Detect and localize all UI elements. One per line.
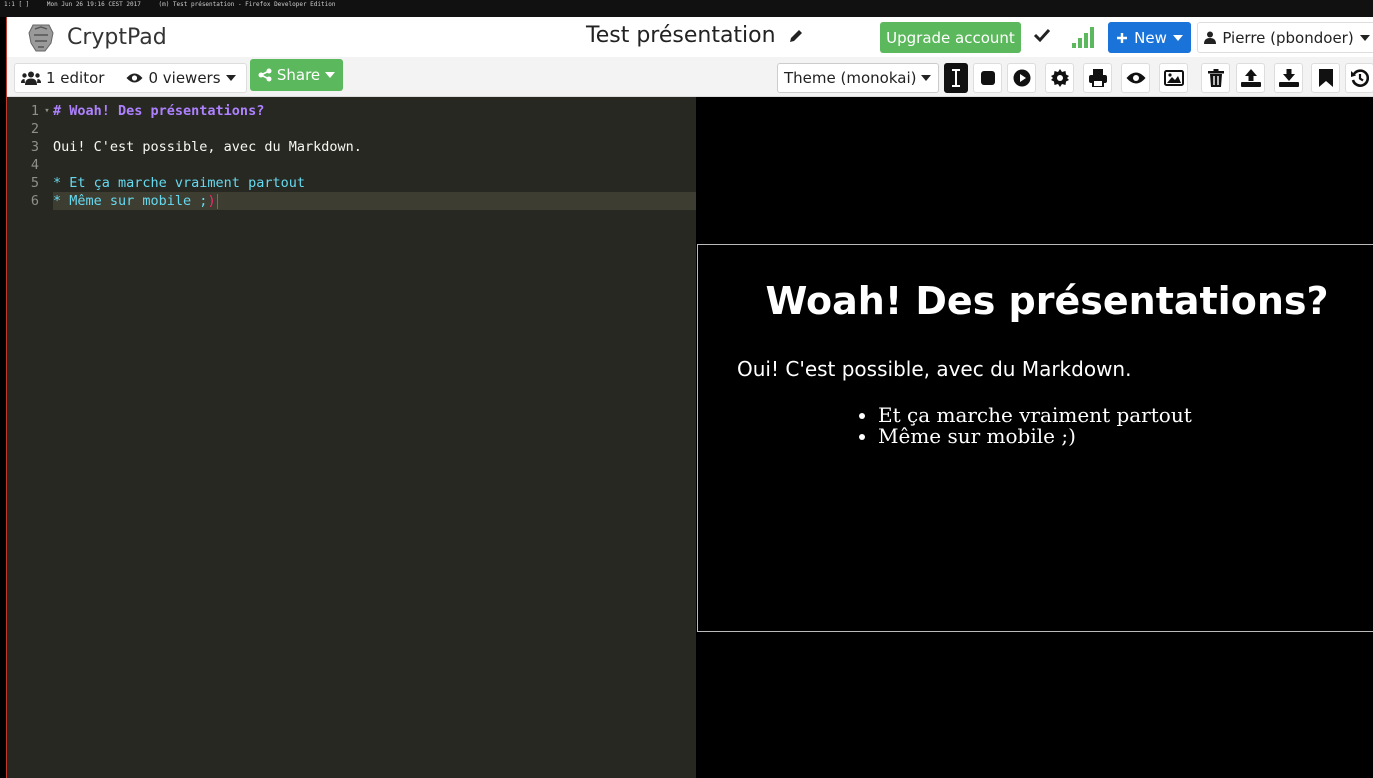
line-text-main: * Même sur mobile ;: [53, 193, 208, 209]
system-clock: Mon Jun 26 19:16 CEST 2017: [46, 1, 141, 8]
user-menu-button[interactable]: Pierre (pbondoer): [1197, 22, 1373, 53]
present-button[interactable]: [1007, 63, 1036, 93]
settings-button[interactable]: [1045, 63, 1074, 93]
slide-title: Woah! Des présentations?: [765, 279, 1329, 323]
stop-button[interactable]: [973, 63, 1002, 93]
new-pad-label: New: [1134, 28, 1167, 47]
window-title: (m) Test présentation - Firefox Develope…: [158, 1, 336, 8]
network-signal-icon: [1071, 25, 1097, 53]
line-text: Oui! C'est possible, avec du Markdown.: [53, 139, 362, 155]
gear-icon: [1050, 69, 1069, 87]
line-text: * Même sur mobile ;): [53, 192, 218, 210]
text-cursor: [216, 193, 218, 209]
image-icon: [1163, 70, 1184, 86]
bookmark-icon: [1318, 69, 1333, 87]
history-icon: [1350, 69, 1369, 87]
slide-bullet-list: Et ça marche vraiment partout Même sur m…: [858, 405, 1192, 447]
os-status-bar: 1:1 [ ] Mon Jun 26 19:16 CEST 2017 (m) T…: [0, 0, 1373, 17]
editor-line[interactable]: 2: [7, 120, 696, 138]
pencil-icon[interactable]: [788, 28, 804, 44]
user-name: Pierre (pbondoer): [1222, 28, 1354, 47]
document-title-text: Test présentation: [586, 23, 776, 48]
editors-count[interactable]: 1 editor: [21, 69, 104, 87]
users-icon: [21, 71, 41, 85]
check-icon: [1033, 27, 1051, 47]
markdown-editor[interactable]: 1 ▾ # Woah! Des présentations? 2 3 Oui! …: [7, 97, 696, 778]
app-logo[interactable]: CryptPad: [23, 20, 167, 54]
editors-label: 1 editor: [46, 69, 105, 87]
new-pad-button[interactable]: New: [1108, 22, 1191, 53]
line-number: 4: [30, 157, 39, 173]
bookmark-button[interactable]: [1311, 63, 1340, 93]
caret-down-icon: [921, 75, 932, 81]
text-cursor-icon: [952, 69, 960, 87]
slide-preview: Woah! Des présentations? Oui! C'est poss…: [696, 97, 1373, 778]
line-number: 5: [30, 175, 39, 191]
eye-icon: [126, 73, 143, 83]
line-number: 2: [30, 121, 39, 137]
upgrade-account-button[interactable]: Upgrade account: [880, 22, 1021, 53]
list-item: Même sur mobile ;): [878, 426, 1192, 447]
editor-line[interactable]: 3 Oui! C'est possible, avec du Markdown.: [7, 138, 696, 156]
line-text: # Woah! Des présentations?: [53, 103, 265, 119]
document-title[interactable]: Test présentation: [586, 23, 804, 48]
workspace-indicator: 1:1 [ ]: [4, 1, 30, 8]
play-circle-icon: [1013, 69, 1030, 87]
share-label: Share: [276, 66, 321, 84]
caret-down-icon: [1359, 34, 1370, 41]
editor-line[interactable]: 5 * Et ça marche vraiment partout: [7, 174, 696, 192]
upload-icon: [1240, 69, 1261, 87]
viewers-label: 0 viewers: [148, 69, 221, 87]
export-button[interactable]: [1274, 63, 1303, 93]
cryptpad-app: CryptPad Test présentation Upgrade accou…: [6, 17, 1373, 778]
user-icon: [1204, 31, 1217, 44]
editor-line[interactable]: 1 ▾ # Woah! Des présentations?: [7, 102, 696, 120]
editor-line-active[interactable]: 6 * Même sur mobile ;): [7, 192, 696, 210]
theme-label: Theme (monokai): [784, 69, 917, 87]
app-name: CryptPad: [67, 24, 167, 50]
import-button[interactable]: [1236, 63, 1265, 93]
stop-icon: [980, 71, 995, 85]
delete-button[interactable]: [1201, 63, 1230, 93]
eye-icon: [1126, 72, 1145, 84]
line-number: 1: [30, 103, 39, 119]
editor-line[interactable]: 4: [7, 156, 696, 174]
print-icon: [1088, 69, 1107, 87]
line-number: 3: [30, 139, 39, 155]
caret-down-icon: [225, 75, 236, 81]
line-number: 6: [7, 192, 41, 210]
preview-toggle-button[interactable]: [1121, 63, 1150, 93]
text-cursor-button[interactable]: [944, 63, 968, 93]
plus-icon: [1117, 32, 1128, 43]
matching-paren: ): [207, 193, 216, 209]
print-button[interactable]: [1083, 63, 1112, 93]
top-bar: CryptPad Test présentation Upgrade accou…: [7, 17, 1373, 57]
share-icon: [258, 68, 272, 82]
line-text: * Et ça marche vraiment partout: [53, 175, 305, 191]
collaborators-panel[interactable]: 1 editor 0 viewers: [14, 63, 247, 93]
fold-arrow-icon[interactable]: ▾: [41, 102, 53, 120]
viewers-dropdown[interactable]: 0 viewers: [126, 69, 236, 87]
trash-icon: [1207, 69, 1224, 87]
slide: Woah! Des présentations? Oui! C'est poss…: [697, 244, 1373, 632]
caret-down-icon: [325, 72, 336, 78]
pad-toolbar: 1 editor 0 viewers Share Theme (monokai): [7, 57, 1373, 97]
download-icon: [1278, 69, 1299, 87]
cryptpad-logo-icon: [28, 24, 54, 52]
share-button[interactable]: Share: [250, 59, 343, 91]
list-item: Et ça marche vraiment partout: [878, 405, 1192, 426]
slide-paragraph: Oui! C'est possible, avec du Markdown.: [737, 357, 1132, 381]
background-image-button[interactable]: [1159, 63, 1188, 93]
theme-selector[interactable]: Theme (monokai): [777, 63, 939, 93]
history-button[interactable]: [1345, 63, 1373, 93]
caret-down-icon: [1172, 34, 1183, 41]
